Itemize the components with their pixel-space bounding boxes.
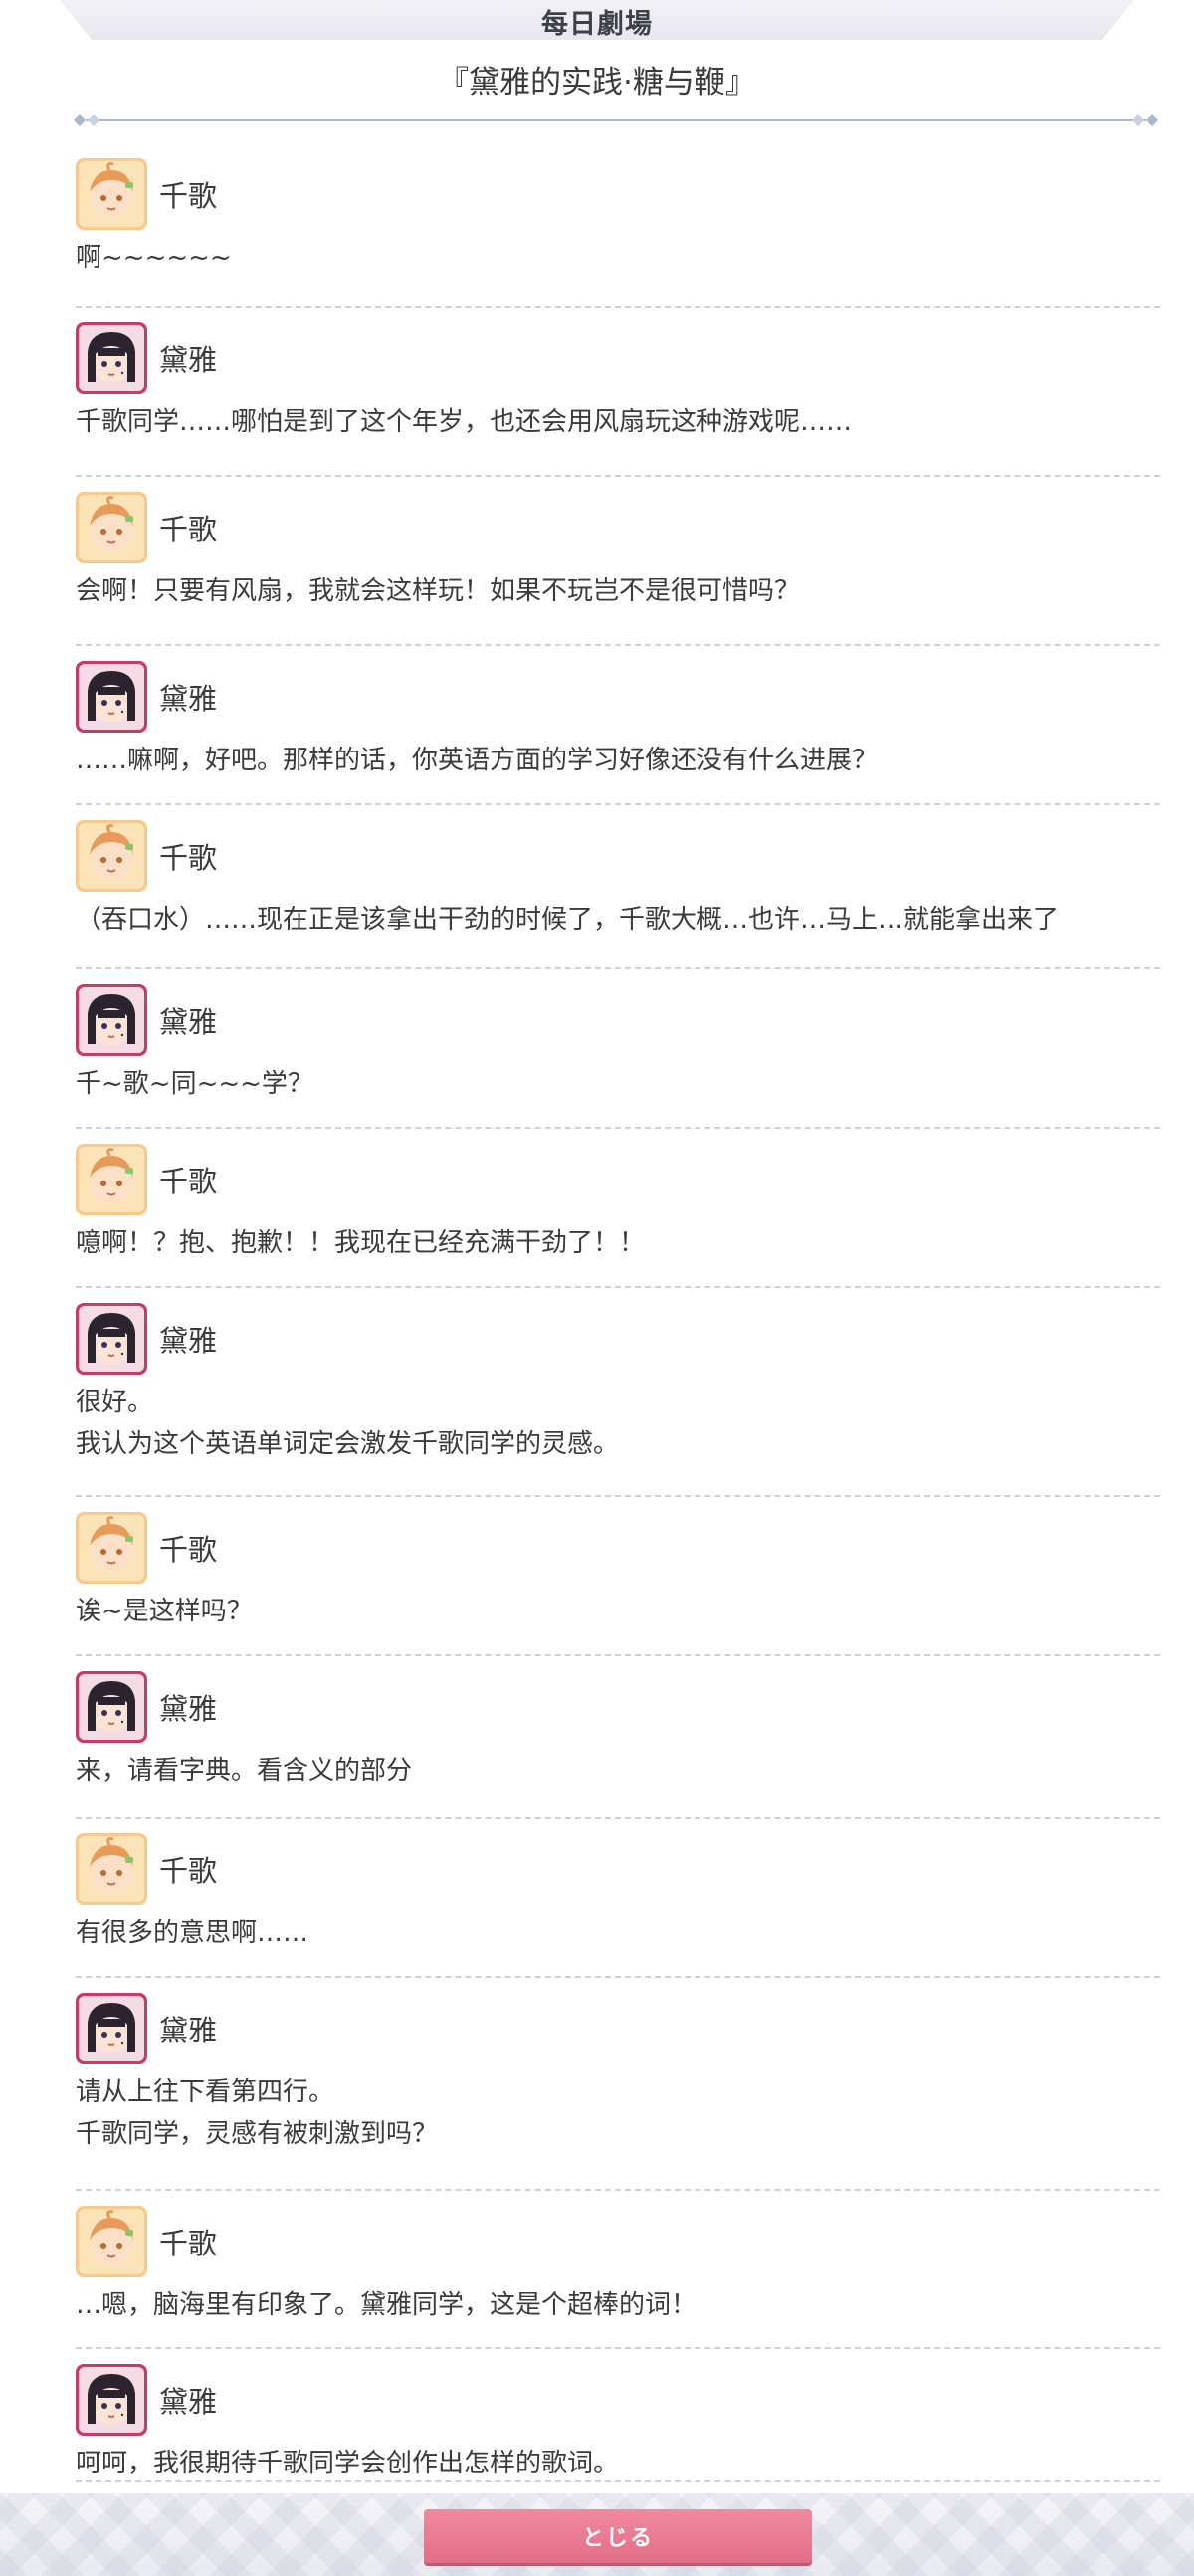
dialogue-text: 千歌同学……哪怕是到了这个年岁，也还会用风扇玩这种游戏呢……: [76, 407, 853, 437]
speaker-row: 黛雅: [76, 1992, 217, 2065]
dia-avatar-icon: [76, 322, 147, 394]
title-divider: [74, 114, 1158, 126]
dialogue-text: 诶~是这样吗？: [76, 1597, 253, 1626]
dia-avatar-icon: [76, 1993, 147, 2064]
dialogue-entry: 黛雅千歌同学……哪怕是到了这个年岁，也还会用风扇玩这种游戏呢……: [76, 314, 1160, 477]
chika-avatar-icon: [76, 820, 147, 892]
speaker-row: 千歌: [76, 491, 217, 564]
dialogue-entry: 黛雅呵呵，我很期待千歌同学会创作出怎样的歌词。: [76, 2355, 1160, 2482]
speaker-row: 黛雅: [76, 2363, 217, 2437]
chika-avatar-icon: [76, 2206, 147, 2277]
dialogue-entry: 黛雅请从上往下看第四行。千歌同学，灵感有被刺激到吗？: [76, 1984, 1160, 2191]
dialogue-text: ……嘛啊，好吧。那样的话，你英语方面的学习好像还没有什么进展？: [76, 746, 879, 775]
speaker-row: 千歌: [76, 1143, 217, 1216]
dialogue-text: 啊~~~~~~: [76, 243, 232, 273]
dialogue-entry: 黛雅很好。我认为这个英语单词定会激发千歌同学的灵感。: [76, 1294, 1160, 1497]
chika-avatar-icon: [76, 158, 147, 230]
speaker-name: 千歌: [159, 1854, 218, 1888]
dialogue-entry: 千歌 （吞口水）……现在正是该拿出干劲的时候了，千歌大概…也许…马上…就能拿出来了: [76, 811, 1160, 969]
dialogue-text: 千~歌~同~~~学？: [76, 1069, 313, 1099]
dialogue-entry: 黛雅千~歌~同~~~学？: [76, 975, 1160, 1129]
chika-avatar-icon: [76, 492, 147, 563]
speaker-row: 千歌: [76, 1511, 217, 1585]
speaker-name: 千歌: [159, 1533, 218, 1567]
speaker-name: 黛雅: [159, 1324, 218, 1358]
dialogue-entry: 千歌有很多的意思啊……: [76, 1825, 1160, 1978]
speaker-name: 千歌: [159, 1165, 218, 1198]
speaker-row: 黛雅: [76, 322, 217, 395]
speaker-row: 黛雅: [76, 660, 217, 734]
story-title: 『黛雅的实践·糖与鞭』: [438, 65, 756, 101]
speaker-name: 千歌: [159, 841, 218, 875]
dialogue-text: 千歌同学，灵感有被刺激到吗？: [76, 2119, 439, 2149]
dialogue-entry: 千歌会啊！只要有风扇，我就会这样玩！如果不玩岂不是很可惜吗？: [76, 483, 1160, 646]
dia-avatar-icon: [76, 2364, 147, 2436]
speaker-row: 千歌: [76, 819, 217, 893]
speaker-name: 黛雅: [159, 2014, 218, 2047]
dialogue-entry: 千歌啊~~~~~~: [76, 149, 1160, 308]
dialogue-text: 来，请看字典。看含义的部分: [76, 1756, 413, 1786]
dialogue-entry: 千歌诶~是这样吗？: [76, 1503, 1160, 1656]
dialogue-entry: 千歌 …嗯，脑海里有印象了。黛雅同学，这是个超棒的词！: [76, 2197, 1160, 2349]
dialogue-entry: 千歌噫啊！？抱、抱歉！！我现在已经充满干劲了！！: [76, 1135, 1160, 1288]
speaker-name: 黛雅: [159, 2385, 218, 2419]
dia-avatar-icon: [76, 1303, 147, 1375]
speaker-row: 黛雅: [76, 983, 217, 1057]
speaker-row: 千歌: [76, 157, 217, 231]
dialogue-entry: 黛雅来，请看字典。看含义的部分: [76, 1662, 1160, 1819]
speaker-name: 千歌: [159, 179, 218, 213]
header-banner: 每日劇場: [60, 0, 1134, 40]
dialogue-text: 会啊！只要有风扇，我就会这样玩！如果不玩岂不是很可惜吗？: [76, 576, 801, 606]
dia-avatar-icon: [76, 661, 147, 733]
dialogue-text: 呵呵，我很期待千歌同学会创作出怎样的歌词。: [76, 2449, 620, 2478]
speaker-row: 黛雅: [76, 1670, 217, 1744]
page-title: 每日劇場: [541, 9, 653, 40]
speaker-name: 黛雅: [159, 343, 218, 377]
chika-avatar-icon: [76, 1833, 147, 1905]
dialogue-text: 我认为这个英语单词定会激发千歌同学的灵感。: [76, 1429, 620, 1459]
dia-avatar-icon: [76, 1671, 147, 1743]
speaker-name: 黛雅: [159, 1005, 218, 1039]
dialogue-text: （吞口水）……现在正是该拿出干劲的时候了，千歌大概…也许…马上…就能拿出来了: [76, 905, 1060, 935]
speaker-row: 千歌: [76, 2205, 217, 2278]
speaker-row: 黛雅: [76, 1302, 217, 1376]
dialogue-text: 很好。: [76, 1388, 154, 1417]
close-button[interactable]: とじる: [424, 2509, 812, 2563]
chika-avatar-icon: [76, 1512, 147, 1584]
speaker-row: 千歌: [76, 1832, 217, 1906]
dialogue-text: …嗯，脑海里有印象了。黛雅同学，这是个超棒的词！: [76, 2290, 697, 2320]
speaker-name: 黛雅: [159, 1692, 218, 1726]
dialogue-text: 有很多的意思啊……: [76, 1918, 309, 1948]
dialogue-text: 噫啊！？抱、抱歉！！我现在已经充满干劲了！！: [76, 1228, 646, 1258]
dialogue-entry: 黛雅 ……嘛啊，好吧。那样的话，你英语方面的学习好像还没有什么进展？: [76, 652, 1160, 805]
speaker-name: 千歌: [159, 513, 218, 546]
speaker-name: 黛雅: [159, 682, 218, 716]
speaker-name: 千歌: [159, 2227, 218, 2260]
dia-avatar-icon: [76, 984, 147, 1056]
dialogue-text: 请从上往下看第四行。: [76, 2077, 335, 2107]
chika-avatar-icon: [76, 1144, 147, 1215]
